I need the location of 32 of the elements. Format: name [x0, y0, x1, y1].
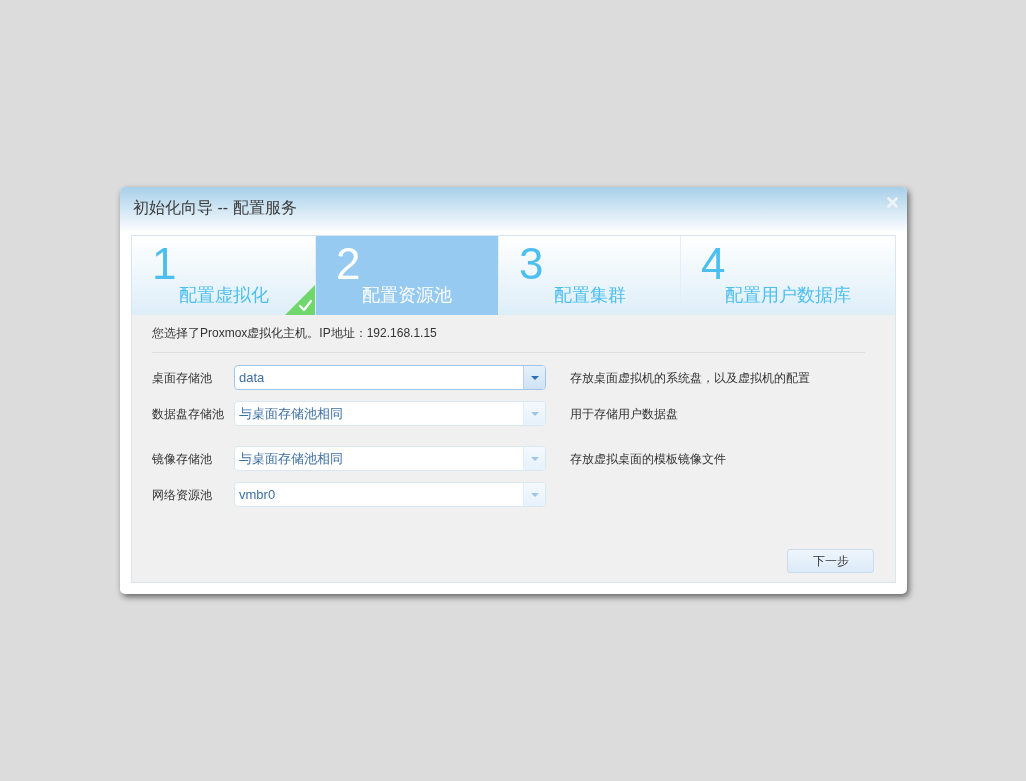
- caret-down-icon: [530, 375, 539, 380]
- caret-down-icon: [530, 492, 539, 497]
- combo-field[interactable]: vmbr0: [234, 482, 546, 507]
- field-description: 用于存储用户数据盘: [570, 405, 678, 422]
- field-description: 存放桌面虚拟机的系统盘，以及虚拟机的配置: [570, 369, 810, 386]
- field-description: 存放虚拟桌面的模板镜像文件: [570, 450, 726, 467]
- step-number: 1: [152, 238, 177, 290]
- combo-value: vmbr0: [238, 486, 277, 504]
- next-button[interactable]: 下一步: [787, 549, 874, 573]
- combo-value: 与桌面存储池相同: [238, 405, 344, 423]
- combo-field[interactable]: 与桌面存储池相同: [234, 446, 546, 471]
- step-label: 配置集群: [553, 284, 626, 307]
- window-title: 初始化向导 -- 配置服务: [133, 198, 297, 218]
- caret-down-icon: [530, 456, 539, 461]
- dropdown-trigger[interactable]: [523, 366, 545, 389]
- field-label: 网络资源池: [152, 486, 213, 503]
- step-label: 配置虚拟化: [178, 284, 269, 307]
- step-number: 4: [701, 238, 726, 288]
- step-number: 3: [519, 238, 544, 290]
- combo-value: data: [238, 369, 266, 387]
- step-label: 配置资源池: [362, 284, 452, 307]
- field-label: 镜像存储池: [152, 450, 213, 467]
- caret-down-icon: [530, 411, 539, 416]
- combo-value: 与桌面存储池相同: [238, 450, 344, 468]
- field-label: 桌面存储池: [152, 369, 213, 386]
- combo-field[interactable]: 与桌面存储池相同: [234, 401, 546, 426]
- field-label: 数据盘存储池: [152, 405, 225, 422]
- combo-field[interactable]: data: [234, 365, 546, 390]
- step-number: 2: [336, 238, 361, 290]
- close-icon[interactable]: [887, 197, 898, 208]
- host-info-text: 您选择了Proxmox虚拟化主机。IP地址：192.168.1.15: [152, 325, 438, 341]
- step-label: 配置用户数据库: [725, 284, 851, 307]
